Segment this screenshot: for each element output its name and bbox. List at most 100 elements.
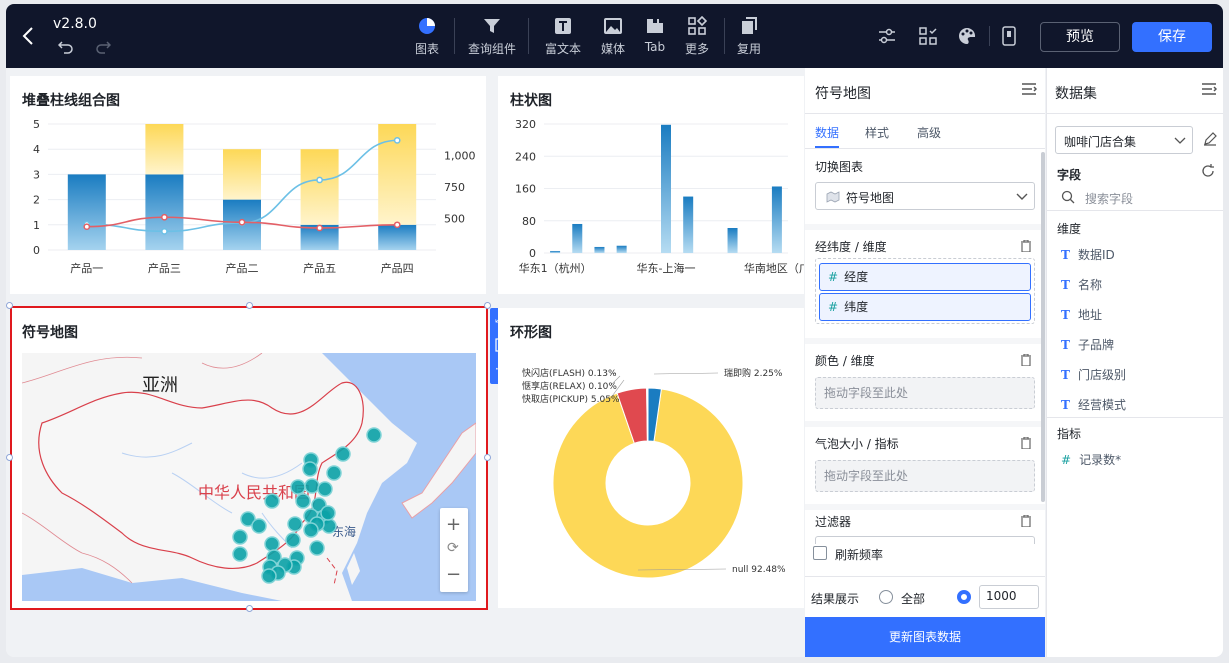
slice-label: 快闪店(FLASH) 0.13% [522, 367, 617, 379]
bar-segment-yellow [223, 149, 261, 200]
trash-icon[interactable] [1021, 515, 1031, 527]
toolbar-media-label: 媒体 [600, 42, 625, 56]
collapse-panel-icon[interactable] [1201, 82, 1217, 96]
layout-icon[interactable] [919, 27, 937, 45]
map-point [261, 568, 277, 584]
edit-icon[interactable] [1203, 132, 1217, 146]
line-point [161, 228, 168, 235]
bar-segment-blue [378, 224, 417, 250]
y-tick-label: 240 [515, 150, 536, 163]
fields-label: 字段 [1057, 168, 1082, 182]
field-label: 记录数* [1079, 453, 1122, 467]
reset-view-icon[interactable]: ⟳ [447, 540, 459, 556]
toolbar-chart-button[interactable]: 图表 [402, 16, 452, 57]
field-pill-latitude[interactable]: # 纬度 [819, 293, 1031, 321]
tab-style[interactable]: 样式 [865, 124, 889, 141]
result-limit-input[interactable]: 1000 [979, 585, 1039, 609]
x-tick-label: 产品五 [303, 261, 336, 275]
zoom-out-icon[interactable]: − [446, 564, 461, 585]
collapse-panel-icon[interactable] [1021, 82, 1037, 96]
y-tick-label: 80 [522, 215, 536, 228]
bar [572, 223, 583, 253]
toolbar-chart-label: 图表 [414, 42, 439, 56]
dimension-field[interactable]: T 子品牌 [1061, 336, 1114, 353]
pie-chart-icon [419, 18, 435, 34]
trash-icon[interactable] [1021, 354, 1031, 366]
dimension-field[interactable]: T 经营模式 [1061, 396, 1126, 413]
field-pill-label: 纬度 [844, 300, 869, 314]
donut-chart-card[interactable]: 环形图 快闪店(FLASH) 0.13% 惬享店(RELAX) 0.10% 快取店(… [498, 308, 804, 608]
dimension-field[interactable]: T 名称 [1061, 276, 1102, 293]
update-chart-data-button[interactable]: 更新图表数据 [805, 617, 1045, 657]
toolbar-reuse-button[interactable]: 复用 [724, 16, 774, 57]
x-tick-label: 产品一 [70, 261, 103, 275]
refresh-icon[interactable] [1201, 164, 1215, 178]
settings-sliders-icon[interactable] [878, 28, 896, 44]
symbol-map-card[interactable]: 符号地图 亚洲 中华人民共和国 东海 + ⟳ − [10, 308, 486, 608]
toolbar-query-button[interactable]: 查询组件 [466, 16, 518, 57]
zoom-in-icon[interactable]: + [446, 514, 461, 535]
color-drop-zone[interactable]: 拖动字段至此处 [815, 377, 1035, 409]
dimension-field[interactable]: T 门店级别 [1061, 366, 1126, 383]
field-search-input[interactable]: 搜索字段 [1085, 190, 1133, 207]
y2-tick-label: 500 [444, 213, 465, 226]
mobile-layout-icon[interactable] [1002, 26, 1016, 46]
version-label: v2.8.0 [53, 16, 97, 32]
field-label: 名称 [1077, 278, 1102, 292]
field-label: 地址 [1077, 308, 1102, 322]
trash-icon[interactable] [1021, 437, 1031, 449]
theme-palette-icon[interactable] [957, 26, 979, 46]
map-point [232, 529, 248, 545]
trash-icon[interactable] [1021, 240, 1031, 252]
toolbar-more-label: 更多 [684, 42, 709, 56]
tab-data[interactable]: 数据 [815, 124, 839, 141]
dashboard-canvas: 堆叠柱线组合图 0 1 2 3 4 5 500 750 1,000 产品一 产品三 产品二 产品五 产品四… [6, 68, 806, 657]
map-point [287, 516, 303, 532]
refresh-checkbox[interactable] [813, 546, 827, 560]
filter-drop-zone[interactable] [815, 536, 1035, 544]
map-point [290, 479, 306, 495]
field-pill-longitude[interactable]: # 经度 [819, 263, 1031, 291]
size-drop-zone[interactable]: 拖动字段至此处 [815, 460, 1035, 492]
copy-icon [742, 17, 757, 34]
save-button[interactable]: 保存 [1132, 22, 1212, 52]
dimension-field[interactable]: T 数据ID [1061, 246, 1115, 263]
chart-type-select[interactable]: 符号地图 [815, 182, 1035, 210]
donut-chart: 快闪店(FLASH) 0.13%惬享店(RELAX) 0.10%快取店(PICK… [522, 367, 786, 579]
map-point [309, 540, 325, 556]
map-point [264, 493, 280, 509]
bar [550, 250, 561, 253]
label-leader-line [653, 372, 719, 375]
bar-segment-blue [67, 174, 106, 250]
result-label: 结果展示 [811, 592, 860, 606]
radio-all[interactable] [879, 590, 893, 604]
radio-limit[interactable] [957, 590, 971, 604]
undo-icon[interactable] [58, 40, 74, 54]
radio-all-label: 全部 [901, 592, 926, 606]
map-point [326, 465, 342, 481]
stacked-combo-chart-card[interactable]: 堆叠柱线组合图 0 1 2 3 4 5 500 750 1,000 产品一 产品三 产品二 产品五 产品四 [10, 76, 486, 294]
map-point [304, 478, 320, 494]
back-icon[interactable] [22, 26, 34, 46]
slice-label: null 92.48% [732, 565, 786, 575]
dataset-select[interactable]: 咖啡门店合集 [1055, 126, 1193, 154]
toolbar-tab-label: Tab [644, 40, 666, 54]
dimension-group-label: 维度 [1057, 222, 1082, 236]
preview-button[interactable]: 预览 [1040, 22, 1120, 52]
y2-tick-label: 750 [444, 181, 465, 194]
panel-scrollbar[interactable] [1041, 152, 1045, 502]
panel-title: 符号地图 [815, 86, 871, 102]
tab-advanced[interactable]: 高级 [917, 124, 941, 141]
line-point [83, 223, 91, 231]
bar-chart-card[interactable]: 柱状图 0 80 160 240 320 华东1（杭州） 华东-上海一 华南地区（广 [498, 76, 804, 294]
line-point [238, 218, 246, 226]
dimension-field[interactable]: T 地址 [1061, 306, 1102, 323]
redo-icon[interactable] [95, 40, 111, 54]
toolbar-richtext-button[interactable]: 富文本 [538, 16, 588, 57]
field-label: 子品牌 [1077, 338, 1114, 352]
bar-segment-yellow [145, 124, 184, 175]
bar [594, 246, 605, 253]
map-area[interactable]: 亚洲 中华人民共和国 东海 + ⟳ − [22, 353, 476, 601]
metric-field[interactable]: # 记录数* [1061, 451, 1121, 468]
toolbar-more-button[interactable]: 更多 [672, 16, 722, 57]
